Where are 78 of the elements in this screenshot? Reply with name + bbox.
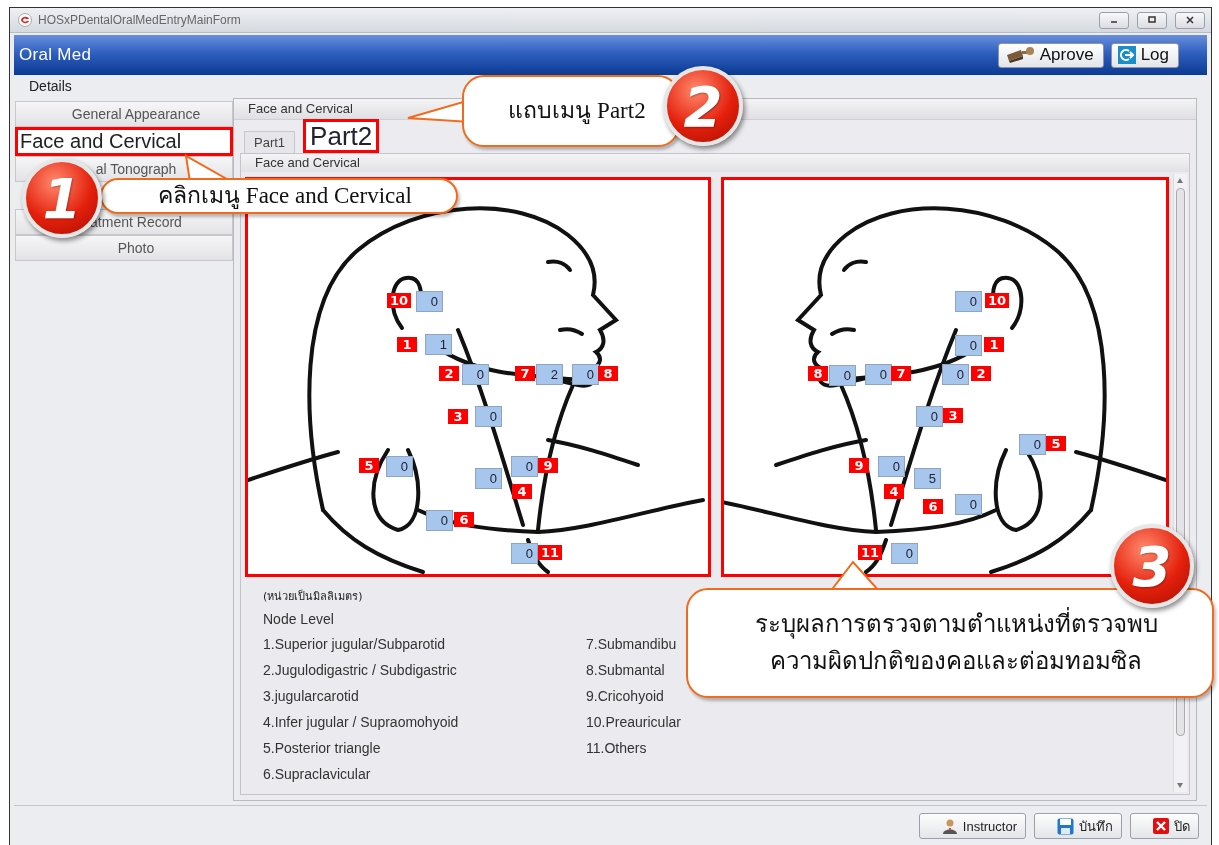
node-size-field[interactable]: 0 bbox=[475, 406, 502, 427]
exit-icon bbox=[1117, 46, 1136, 64]
unit-note: (หน่วยเป็นมิลลิเมตร) bbox=[263, 588, 364, 605]
legend-item: 5.Posterior triangle bbox=[263, 739, 382, 758]
node-number-label: 2 bbox=[971, 366, 991, 381]
node-number-label: 10 bbox=[985, 293, 1010, 308]
node-size-field[interactable]: 0 bbox=[955, 335, 982, 356]
part-tab[interactable]: Part1 bbox=[244, 131, 296, 153]
node-size-field[interactable]: 0 bbox=[572, 364, 599, 385]
sidebar-item[interactable]: Photo bbox=[15, 235, 233, 261]
node-number-label: 4 bbox=[884, 484, 904, 499]
maximize-icon bbox=[1147, 15, 1157, 25]
close-icon bbox=[1185, 15, 1195, 25]
node-number-label: 1 bbox=[984, 337, 1004, 352]
node-size-field[interactable]: 0 bbox=[416, 291, 443, 312]
node-number-label: 11 bbox=[538, 545, 563, 560]
maximize-button[interactable] bbox=[1137, 11, 1167, 29]
details-tab[interactable]: Details bbox=[24, 76, 77, 96]
close-icon bbox=[1153, 818, 1169, 834]
node-size-field[interactable]: 0 bbox=[475, 468, 502, 489]
node-number-label: 9 bbox=[849, 458, 869, 473]
node-number-label: 7 bbox=[515, 366, 535, 381]
legend-item: 6.Supraclavicular bbox=[263, 765, 372, 784]
node-size-field[interactable]: 0 bbox=[916, 406, 943, 427]
node-size-field[interactable]: 0 bbox=[878, 456, 905, 477]
node-size-field[interactable]: 0 bbox=[511, 543, 538, 564]
minimize-button[interactable] bbox=[1099, 11, 1129, 29]
node-number-label: 11 bbox=[858, 545, 883, 560]
window-title: HOSxPDentalOralMedEntryMainForm bbox=[38, 13, 242, 27]
node-number-label: 8 bbox=[808, 366, 828, 381]
close-button[interactable] bbox=[1175, 11, 1205, 29]
node-number-label: 7 bbox=[891, 366, 911, 381]
node-number-label: 5 bbox=[359, 458, 379, 473]
stamp-icon bbox=[1004, 46, 1035, 64]
node-number-label: 6 bbox=[454, 512, 474, 527]
node-size-field[interactable]: 0 bbox=[891, 543, 918, 564]
instructor-button[interactable]: Instructor bbox=[918, 813, 1026, 839]
close-button[interactable]: ปิด bbox=[1130, 813, 1199, 839]
legend-item: 1.Superior jugular/Subparotid bbox=[263, 635, 447, 654]
person-icon bbox=[941, 818, 958, 834]
node-size-field[interactable]: 2 bbox=[536, 364, 563, 385]
node-size-field[interactable]: 0 bbox=[462, 364, 489, 385]
node-number-label: 4 bbox=[512, 484, 532, 499]
node-size-field[interactable]: 0 bbox=[865, 364, 892, 385]
approve-button[interactable]: Aprove bbox=[997, 42, 1104, 68]
node-number-label: 10 bbox=[387, 293, 412, 308]
app-icon bbox=[18, 13, 32, 27]
node-number-label: 3 bbox=[448, 409, 468, 424]
legend-item: 3.jugularcarotid bbox=[263, 687, 360, 706]
node-number-label: 8 bbox=[598, 366, 618, 381]
node-number-label: 2 bbox=[439, 366, 459, 381]
legend-item: 10.Preauricular bbox=[586, 713, 682, 732]
log-button[interactable]: Log bbox=[1110, 42, 1179, 68]
node-size-field[interactable]: 1 bbox=[425, 334, 452, 355]
legend-item: 9.Cricohyoid bbox=[586, 687, 665, 706]
save-button[interactable]: บันทึก bbox=[1034, 813, 1122, 839]
legend-item: 11.Others bbox=[586, 739, 648, 758]
group-header: Face and Cervical bbox=[241, 154, 1189, 172]
node-size-field[interactable]: 0 bbox=[386, 456, 413, 477]
node-number-label: 5 bbox=[1046, 436, 1066, 451]
node-size-field[interactable]: 0 bbox=[829, 365, 856, 386]
node-size-field[interactable]: 0 bbox=[426, 510, 453, 531]
node-number-label: 6 bbox=[923, 499, 943, 514]
node-size-field[interactable]: 0 bbox=[942, 364, 969, 385]
legend-item: 4.Infer jugular / Supraomohyoid bbox=[263, 713, 460, 732]
node-size-field[interactable]: 0 bbox=[955, 291, 982, 312]
header-title: Oral Med bbox=[19, 45, 93, 65]
sidebar-item[interactable]: General Appearance bbox=[15, 101, 233, 127]
node-number-label: 1 bbox=[397, 337, 417, 352]
node-size-field[interactable]: 0 bbox=[511, 456, 538, 477]
part-tab[interactable]: Part2 bbox=[303, 119, 380, 153]
node-size-field[interactable]: 5 bbox=[914, 468, 941, 489]
legend-item: 7.Submandibu bbox=[586, 635, 678, 654]
node-number-label: 9 bbox=[538, 458, 558, 473]
node-number-label: 3 bbox=[943, 408, 963, 423]
legend-item: 2.Jugulodigastric / Subdigastric bbox=[263, 661, 458, 680]
node-size-field[interactable]: 0 bbox=[1019, 434, 1046, 455]
node-size-field[interactable]: 0 bbox=[955, 494, 982, 515]
